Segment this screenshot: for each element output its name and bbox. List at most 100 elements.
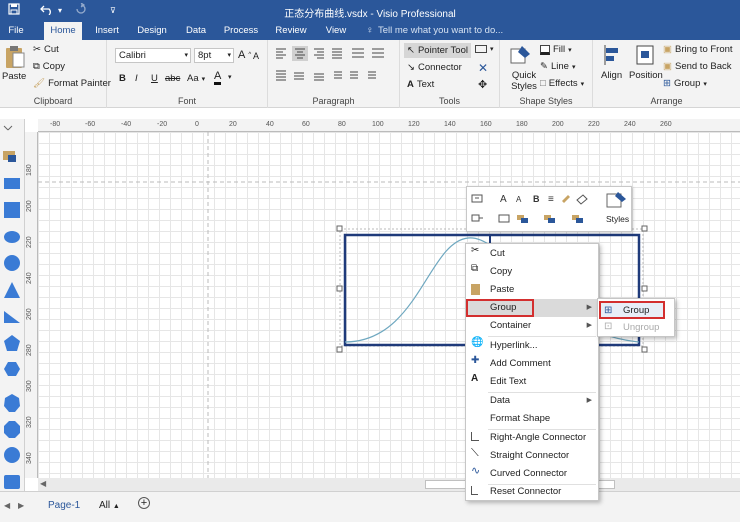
ruler-tick: 120 (408, 121, 420, 128)
menu-item-group[interactable]: Group (466, 299, 534, 317)
connection-point-icon[interactable]: ✥ (478, 78, 487, 91)
fill-button[interactable]: Fill ▾ (540, 44, 572, 55)
menu-item-label: Right-Angle Connector (490, 432, 587, 443)
grow-font-button[interactable]: A ^ (238, 49, 251, 61)
strikethrough-button[interactable]: abc (165, 73, 180, 84)
menu-item-straight-connector[interactable]: ⟍ Straight Connector (466, 447, 598, 465)
chevron-right-icon: ▶ (586, 397, 592, 404)
font-name-select[interactable]: Calibri ▾ (115, 48, 191, 63)
position-button[interactable]: Position (629, 70, 663, 81)
pointer-tool-button[interactable]: ↖ Pointer Tool (404, 43, 471, 58)
effects-button[interactable]: □ Effects ▾ (540, 78, 584, 89)
menu-item-container[interactable]: Container ▶ (466, 317, 598, 335)
straight-connector-icon: ⟍ (471, 447, 479, 459)
tell-me-search[interactable]: Tell me what you want to do... (378, 25, 503, 36)
tab-view[interactable]: View (322, 22, 350, 40)
paragraph-alignment-icons[interactable] (272, 46, 396, 86)
styles-button[interactable]: Styles (606, 214, 629, 224)
menu-item-right-angle-connector[interactable]: Right-Angle Connector (466, 429, 598, 447)
scroll-left-icon[interactable]: ◀ (40, 479, 46, 488)
text-tool-label: Text (416, 79, 435, 90)
change-case-button[interactable]: Aa ▾ (187, 73, 205, 84)
ruler-tick: 260 (26, 308, 33, 320)
ruler-tick: 40 (266, 121, 274, 128)
chevron-right-icon: ▶ (586, 322, 592, 329)
group-label: Group (673, 78, 701, 89)
mini-toolbar-buttons[interactable]: A A B ≡ (469, 187, 599, 231)
send-to-back-label: Send to Back (674, 61, 732, 72)
underline-button[interactable]: U (151, 73, 158, 84)
menu-item-format-shape[interactable]: Format Shape (466, 410, 598, 428)
submenu-item-ungroup[interactable]: ⊡ Ungroup (599, 319, 675, 337)
align-icon[interactable] (603, 44, 621, 69)
menu-item-group-highlight[interactable]: ▶ (534, 299, 598, 317)
send-to-back-button[interactable]: ▣ Send to Back (663, 61, 732, 72)
title-bar: ▾ ⊽ 正态分布曲线.vsdx - Visio Professional (0, 0, 740, 22)
font-color-button[interactable]: A (214, 70, 222, 85)
menu-item-add-comment[interactable]: ✚ Add Comment (466, 355, 598, 373)
paragraph-group-label: Paragraph (312, 96, 355, 106)
add-page-icon[interactable]: + (138, 497, 150, 509)
page-nav-right-icon[interactable]: ▶ (18, 501, 24, 510)
page-tabs-bar: ◀ ▶ Page-1 All ▲ + (0, 491, 740, 522)
italic-button[interactable]: I (135, 73, 138, 84)
submenu-group-label: Group (623, 305, 650, 316)
quick-styles-icon[interactable] (510, 44, 532, 66)
context-menu: ✂ Cut ⧉ Copy Paste Group ▶ Container ▶ 🌐 Hyp… (465, 243, 599, 501)
menu-item-hyperlink[interactable]: 🌐 Hyperlink... (466, 337, 598, 355)
tab-home[interactable]: Home (44, 22, 82, 40)
styles-icon[interactable] (605, 190, 629, 210)
ruler-tick: 180 (516, 121, 528, 128)
menu-item-copy[interactable]: ⧉ Copy (466, 263, 598, 281)
line-button[interactable]: ✎ Line ▾ (540, 61, 575, 72)
quick-styles-button[interactable]: Quick Styles (509, 70, 539, 92)
shape-stencil-icons[interactable] (0, 119, 25, 491)
position-icon[interactable] (635, 44, 655, 69)
ruler-tick: 60 (302, 121, 310, 128)
close-tool-icon[interactable]: ✕ (478, 61, 488, 75)
tab-data[interactable]: Data (182, 22, 210, 40)
reset-connector-icon (471, 486, 478, 495)
cut-button[interactable]: ✂ Cut (33, 44, 59, 55)
effects-icon: □ (540, 78, 546, 89)
paste-button[interactable]: Paste (2, 71, 26, 82)
align-button[interactable]: Align (601, 70, 622, 81)
ruler-tick: 160 (480, 121, 492, 128)
tab-insert[interactable]: Insert (92, 22, 122, 40)
menu-item-reset-connector[interactable]: Reset Connector (466, 483, 598, 501)
menu-item-data[interactable]: Data ▶ (466, 392, 598, 410)
connector-tool-button[interactable]: ↘ Connector (407, 62, 462, 73)
ribbon-tabs: File Home Insert Design Data Process Rev… (0, 22, 740, 40)
menu-item-curved-connector[interactable]: ∿ Curved Connector (466, 465, 598, 483)
tab-design[interactable]: Design (134, 22, 170, 40)
page-nav-left-icon[interactable]: ◀ (4, 501, 10, 510)
tab-process[interactable]: Process (222, 22, 260, 40)
font-color-dropdown-icon[interactable]: ▾ (228, 73, 232, 81)
shrink-font-button[interactable]: A (253, 51, 259, 61)
bring-to-front-button[interactable]: ▣ Bring to Front (663, 44, 733, 55)
page-tab[interactable]: Page-1 (48, 500, 80, 511)
format-painter-button[interactable]: 🖌 Format Painter (33, 78, 111, 89)
submenu-item-group[interactable]: ⊞ Group (599, 301, 665, 319)
horizontal-scrollbar[interactable]: ◀ (38, 478, 740, 491)
menu-item-edit-text[interactable]: A Edit Text (466, 373, 598, 391)
menu-item-paste[interactable]: Paste (466, 281, 598, 299)
group-button[interactable]: ⊞ Group ▾ (663, 78, 707, 89)
connector-icon: ↘ (407, 62, 415, 73)
menu-item-label: Container (490, 320, 532, 331)
paste-icon[interactable] (4, 44, 26, 70)
menu-item-cut[interactable]: ✂ Cut (466, 245, 598, 263)
rectangle-tool-button[interactable]: ▾ (475, 45, 494, 53)
text-tool-button[interactable]: A Text (407, 79, 434, 90)
group-icon: ⊞ (604, 305, 613, 316)
tab-file[interactable]: File (4, 22, 28, 40)
tab-review[interactable]: Review (273, 22, 309, 40)
font-size-select[interactable]: 8pt ▾ (194, 48, 234, 63)
bold-button[interactable]: B (119, 73, 126, 84)
all-pages-button[interactable]: All ▲ (99, 500, 120, 511)
font-color-label: A (214, 70, 222, 82)
copy-label: Copy (42, 61, 65, 72)
ruler-tick: 260 (660, 121, 672, 128)
copy-button[interactable]: ⧉ Copy (33, 61, 65, 72)
shapes-panel (0, 119, 25, 491)
